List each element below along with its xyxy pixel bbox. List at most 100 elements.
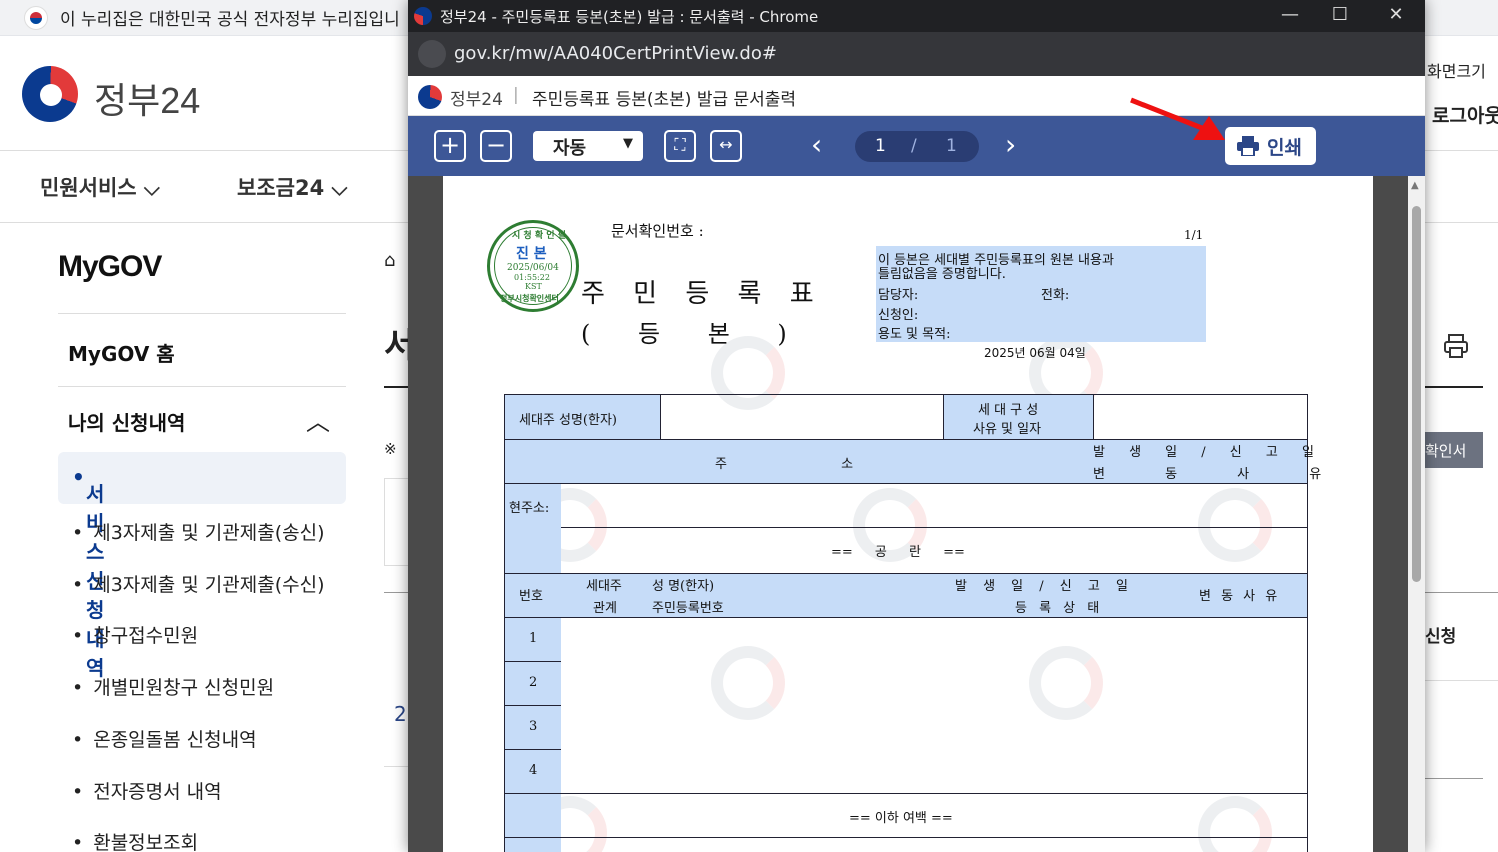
stamp-time: 01:55:22: [514, 273, 550, 282]
head-name: 세대주 성명(한자): [519, 413, 617, 428]
header-divider-right: [1425, 150, 1498, 151]
logout-link[interactable]: 로그아웃: [1432, 101, 1498, 128]
sidebar-divider: [58, 386, 346, 387]
print-button[interactable]: 인쇄: [1225, 127, 1316, 165]
sidebar-item-mygov-home[interactable]: MyGOV 홈: [68, 338, 175, 367]
notice-mark: ※: [384, 440, 397, 458]
col-no: 번호: [519, 589, 543, 604]
stamp-mid-text: 진 본: [516, 246, 547, 262]
col-name1: 성 명(한자): [652, 579, 715, 594]
row-bg: [505, 573, 1307, 617]
print-button-label: 인쇄: [1267, 137, 1302, 159]
rule: [505, 661, 561, 662]
next-page-icon[interactable]: ›: [1005, 130, 1016, 160]
issue-date: 2025년 06월 04일: [984, 346, 1086, 360]
site-logo-text[interactable]: 정부24: [94, 72, 200, 124]
chevron-down-icon: ▼: [623, 136, 633, 151]
bg-right-line: [1425, 778, 1483, 779]
gnb-subsidy[interactable]: 보조금24 ⌵: [237, 172, 347, 202]
bg-right-line: [1425, 592, 1498, 593]
url-text[interactable]: gov.kr/mw/AA040CertPrintView.do#: [454, 43, 777, 64]
current-address-label: 현주소:: [509, 501, 550, 516]
fit-width-icon[interactable]: ↔: [710, 130, 742, 162]
rule: [505, 705, 561, 706]
verification-stamp: 시 청 확 인 필 진 본 2025/06/04 01:55:22 KST 정부…: [487, 220, 579, 312]
gov-banner-text: 이 누리집은 대한민국 공식 전자정부 누리집입니: [60, 10, 400, 30]
zoom-in-icon[interactable]: +: [434, 130, 466, 162]
address-bar[interactable]: gov.kr/mw/AA040CertPrintView.do#: [408, 32, 1425, 76]
col-reason: 변 동 사 유: [1199, 589, 1281, 604]
row-number: 2: [529, 675, 538, 690]
page-current[interactable]: 1: [875, 136, 886, 156]
chevron-down-icon: ⌵: [331, 176, 348, 200]
popup-doc-title: 주민등록표 등본(초본) 발급 문서출력: [532, 90, 797, 110]
scrollbar[interactable]: ▲: [1408, 176, 1425, 852]
sidebar-item-refund[interactable]: 환불정보조회: [72, 828, 198, 852]
sidebar-item-service-applications[interactable]: • 서비스 신청내역: [58, 452, 346, 680]
screen-size-link[interactable]: 화면크기: [1427, 58, 1486, 82]
gov24-logo-icon[interactable]: [22, 66, 78, 122]
row-number: 4: [529, 763, 538, 778]
viewer-toolbar: + − 자동 ▼ ⛶ ↔ ‹ 1 / 1 › 인쇄: [408, 116, 1425, 176]
chevron-up-icon[interactable]: ︿: [306, 402, 330, 437]
home-icon[interactable]: ⌂: [384, 250, 395, 271]
sidebar-item-e-cert[interactable]: 전자증명서 내역: [72, 777, 221, 804]
col-relation2: 관계: [593, 601, 617, 616]
print-icon[interactable]: [1443, 333, 1469, 359]
addr-date-header: 발 생 일 / 신 고 일: [1093, 445, 1324, 460]
page-indicator: 1 / 1: [855, 131, 979, 162]
sidebar-section-applications[interactable]: 나의 신청내역: [68, 407, 185, 436]
col-name2: 주민등록번호: [652, 601, 724, 616]
prev-page-icon[interactable]: ‹: [811, 130, 822, 160]
sidebar-item-counter[interactable]: 창구접수민원: [72, 621, 198, 648]
doc-subtitle: ( 등 본 ): [581, 320, 787, 348]
maximize-icon[interactable]: ☐: [1320, 4, 1360, 25]
chevron-down-icon: ⌵: [143, 176, 160, 200]
apply-link[interactable]: 신청: [1425, 622, 1456, 647]
brand-separator: |: [513, 85, 519, 105]
document-viewer[interactable]: 시 청 확 인 필 진 본 2025/06/04 01:55:22 KST 정부…: [408, 176, 1425, 852]
gnb-subsidy-label: 보조금24: [237, 176, 325, 200]
zoom-out-icon[interactable]: −: [480, 130, 512, 162]
sidebar-item-third-party-sent[interactable]: 제3자제출 및 기관제출(송신): [72, 518, 324, 545]
page-count: 1/1: [1184, 228, 1204, 242]
rule: [505, 749, 561, 750]
sidebar-item-care[interactable]: 온종일돌봄 신청내역: [72, 725, 256, 752]
zoom-select[interactable]: 자동 ▼: [533, 131, 643, 161]
page-total: 1: [946, 136, 957, 156]
registration-table: 세대주 성명(한자) 세 대 구 성 사유 및 일자 주 소 발 생 일 / 신…: [504, 394, 1321, 852]
minimize-icon[interactable]: —: [1270, 4, 1310, 25]
end-marker: == 이하 여백 ==: [849, 811, 953, 826]
stamp-top-text: 시 청 확 인 필: [512, 231, 566, 241]
close-icon[interactable]: ✕: [1376, 4, 1416, 25]
window-title: 정부24 - 주민등록표 등본(초본) 발급 : 문서출력 - Chrome: [440, 8, 819, 26]
sidebar-item-third-party-received[interactable]: 제3자제출 및 기관제출(수신): [72, 570, 324, 597]
gnb-civil-service[interactable]: 민원서비스 ⌵: [40, 172, 160, 202]
rule: [505, 573, 1307, 574]
fit-page-icon[interactable]: ⛶: [664, 130, 696, 162]
manager-label: 담당자:: [878, 288, 919, 303]
korea-flag-icon: [24, 6, 48, 30]
site-settings-icon[interactable]: [418, 40, 446, 68]
blank-marker: == 공 란 ==: [831, 545, 965, 560]
sidebar-title: MyGOV: [58, 250, 162, 283]
scroll-thumb[interactable]: [1412, 206, 1421, 582]
rule: [1093, 395, 1094, 439]
stamp-bottom-text: 정부시청확인센터: [500, 293, 559, 303]
rule: [505, 439, 1307, 440]
zoom-select-value: 자동: [553, 138, 587, 159]
sidebar-item-individual[interactable]: 개별민원창구 신청민원: [72, 673, 274, 700]
window-titlebar: 정부24 - 주민등록표 등본(초본) 발급 : 문서출력 - Chrome —…: [408, 0, 1425, 32]
red-arrow-annotation: [1130, 97, 1225, 140]
bg-right-line: [1425, 680, 1498, 681]
purpose-label: 용도 및 목적:: [878, 327, 951, 342]
row-number: 3: [529, 719, 538, 734]
scroll-up-icon[interactable]: ▲: [1411, 180, 1419, 191]
print-popup-window: 정부24 - 주민등록표 등본(초본) 발급 : 문서출력 - Chrome —…: [408, 0, 1425, 852]
cell-bg: [505, 617, 561, 852]
rule: [505, 793, 1307, 794]
confirm-doc-button[interactable]: 확인서: [1425, 432, 1483, 468]
applicant-label: 신청인:: [878, 308, 919, 323]
row-number: 1: [529, 631, 538, 646]
favicon-icon: [414, 7, 432, 25]
